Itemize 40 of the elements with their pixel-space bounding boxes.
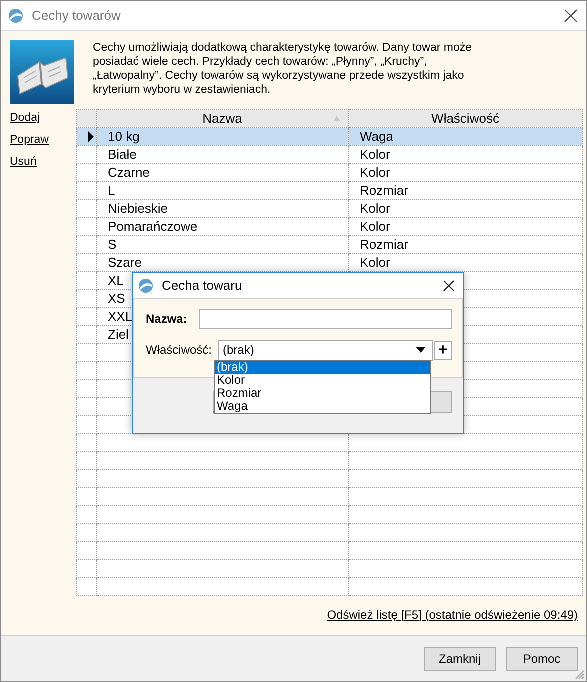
footer-button[interactable]: Zamknij [424,646,496,670]
column-header[interactable]: Właściwość [348,110,582,128]
table-cell: Pomarańczowe [96,218,348,236]
book-icon [10,40,74,104]
app-logo-icon [8,8,24,24]
table-cell: 10 kg [96,128,348,146]
action-link[interactable]: Dodaj [10,111,40,126]
refresh-link[interactable]: Odśwież listę [F5] (ostatnie odświeżenie 09:49) [327,608,578,622]
table-cell: L [96,182,348,200]
app-logo-icon [138,278,154,294]
dropdown-option[interactable]: Kolor [215,374,430,387]
table-cell: Kolor [348,218,582,236]
add-button[interactable]: + [434,340,452,360]
close-icon[interactable] [564,8,578,22]
caret-icon [416,347,426,353]
field-label: Nazwa: [146,312,188,326]
table-cell: Kolor [348,146,582,164]
table-cell: Kolor [348,164,582,182]
footer-button[interactable]: Pomoc [506,646,578,670]
table-cell: Czarne [96,164,348,182]
description-text: Cechy umożliwiają dodatkową charakterystykę towarów. Dany towar może posiadać wiele cech. Przykłady cech towarów: „Płynny”, „Kruchy”, „Łatwopalny”. Cechy towarów są wykorzystywane przede wszystkim jako kryterium wyboru w zestawieniach. [93,41,473,98]
resize-grip-icon[interactable] [575,670,585,680]
action-link[interactable]: Usuń [10,155,37,170]
action-link[interactable]: Popraw [10,133,49,148]
dropdown-option[interactable]: Waga [215,400,430,413]
table-cell: Waga [348,128,582,146]
field-label: Właściwość: [146,343,212,357]
table-cell: S [96,236,348,254]
column-header[interactable]: Nazwa [96,110,348,128]
close-icon[interactable] [443,280,455,292]
window-title: Cechy towarów [32,8,122,23]
dropdown-option[interactable]: Rozmiar [215,387,430,400]
table-cell: Rozmiar [348,236,582,254]
table-cell: Rozmiar [348,182,582,200]
property-dropdown[interactable]: (brak) [218,340,434,360]
name-field[interactable] [198,309,452,329]
table-cell: Niebieskie [96,200,348,218]
dropdown-option[interactable]: (brak) [215,361,430,374]
table-cell: Kolor [348,200,582,218]
table-cell: Białe [96,146,348,164]
